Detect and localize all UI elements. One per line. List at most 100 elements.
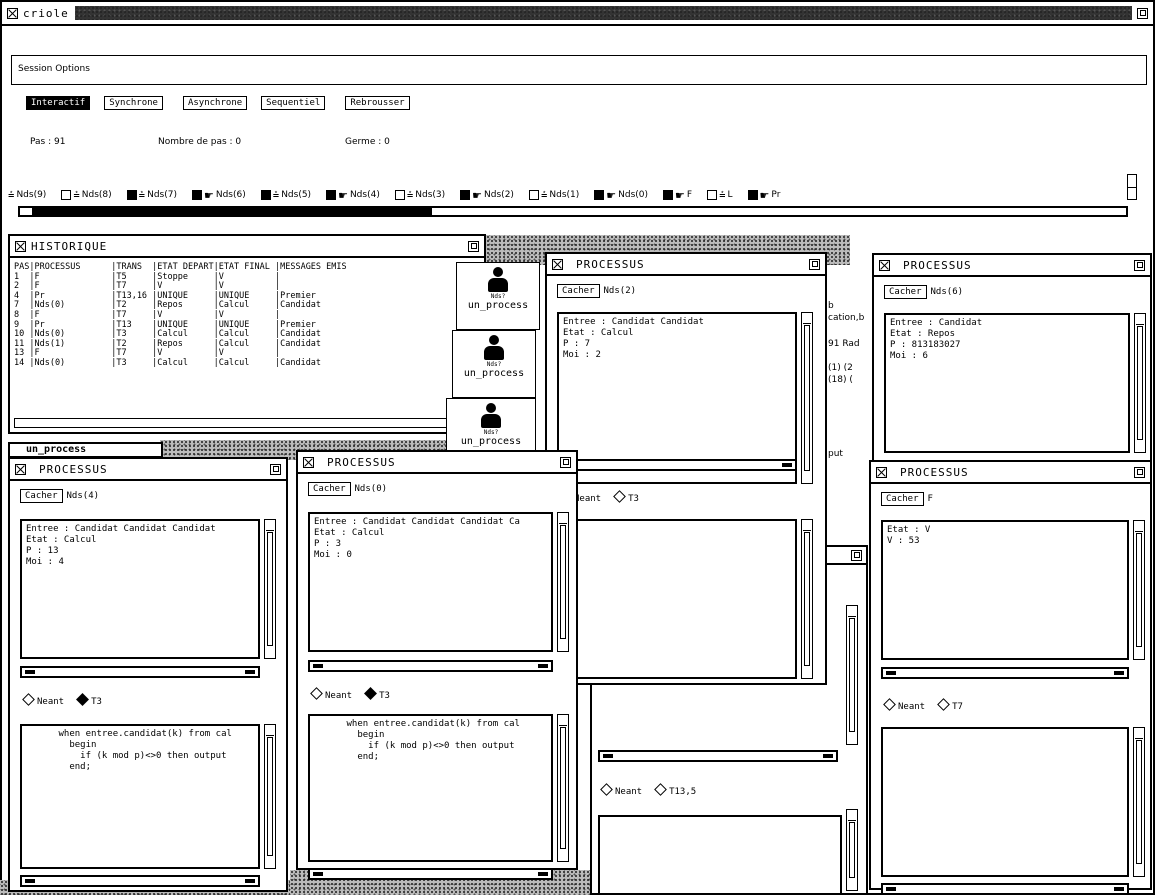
node-12[interactable]: ☛ Pr xyxy=(747,189,780,202)
code-panel[interactable] xyxy=(881,727,1129,877)
node-checkbox[interactable] xyxy=(528,190,539,200)
cacher-button[interactable]: Cacher xyxy=(308,482,351,496)
code-horizontal-scrollbar[interactable] xyxy=(308,868,553,880)
node-checkbox[interactable] xyxy=(326,190,337,200)
radio-transition[interactable]: T3 xyxy=(76,693,102,707)
processus-titlebar[interactable]: PROCESSUS xyxy=(874,255,1150,277)
node-4[interactable]: ⩮ Nds(5) xyxy=(260,188,311,202)
code-panel[interactable]: when entree.candidat(k) from cal begin i… xyxy=(20,724,260,869)
vertical-scrollbar[interactable] xyxy=(264,519,276,659)
node-checkbox[interactable] xyxy=(663,190,674,200)
historique-hscroll[interactable] xyxy=(14,418,454,428)
variables-panel[interactable]: Entree : Candidat Etat : Repos P : 81318… xyxy=(884,313,1130,453)
resize-icon[interactable] xyxy=(560,456,571,468)
radio-transition[interactable]: T3 xyxy=(364,687,390,701)
interactif-button[interactable]: Interactif xyxy=(26,96,91,110)
radio-neant[interactable]: Neant xyxy=(883,698,925,712)
variables-panel[interactable]: Entree : Candidat Candidat Candidat Ca E… xyxy=(308,512,553,652)
resize-icon[interactable] xyxy=(851,550,862,561)
vertical-scrollbar[interactable] xyxy=(264,724,276,869)
close-icon[interactable] xyxy=(552,258,563,270)
horizontal-scrollbar[interactable] xyxy=(308,660,553,672)
node-checkbox[interactable] xyxy=(707,190,718,200)
historique-titlebar[interactable]: HISTORIQUE xyxy=(10,236,484,258)
un-process-icon-1[interactable]: Nds? un_process xyxy=(456,262,540,330)
close-icon[interactable] xyxy=(879,259,890,271)
code-panel[interactable] xyxy=(598,815,842,895)
un-process-icon-2[interactable]: Nds? un_process xyxy=(452,330,536,398)
asynchrone-button[interactable]: Asynchrone xyxy=(182,96,248,110)
cacher-button[interactable]: Cacher xyxy=(881,492,924,506)
processus-titlebar[interactable]: PROCESSUS xyxy=(547,254,825,276)
node-9[interactable]: ☛ Nds(0) xyxy=(594,189,648,202)
node-10[interactable]: ☛ F xyxy=(663,189,692,202)
node-8[interactable]: ⩮ Nds(1) xyxy=(528,188,579,202)
radio-transition[interactable]: T13,5 xyxy=(654,783,696,797)
node-0[interactable]: ⩮ Nds(9) xyxy=(8,188,46,202)
processus-titlebar[interactable]: PROCESSUS xyxy=(871,462,1150,484)
radio-neant[interactable]: Neant xyxy=(600,783,642,797)
horizontal-scrollbar[interactable] xyxy=(598,750,838,762)
close-icon[interactable] xyxy=(15,463,26,475)
node-7[interactable]: ☛ Nds(2) xyxy=(460,189,514,202)
scrollbar-thumb[interactable] xyxy=(32,208,432,215)
horizontal-scrollbar[interactable] xyxy=(20,666,260,678)
node-checkbox[interactable] xyxy=(747,190,758,200)
horizontal-scrollbar[interactable] xyxy=(557,459,797,471)
node-3[interactable]: ☛ Nds(6) xyxy=(191,189,246,202)
vertical-scrollbar[interactable] xyxy=(801,519,813,679)
code-panel[interactable]: when entree.candidat(k) from cal begin i… xyxy=(308,714,553,862)
session-options-bar[interactable]: Session Options xyxy=(11,55,1147,85)
node-11[interactable]: ⩮ L xyxy=(707,188,733,202)
resize-icon[interactable] xyxy=(1134,259,1145,271)
node-checkbox[interactable] xyxy=(260,190,271,200)
radio-transition[interactable]: T7 xyxy=(937,698,963,712)
code-horizontal-scrollbar[interactable] xyxy=(881,883,1129,895)
main-titlebar[interactable]: criole xyxy=(2,2,1153,26)
radio-neant[interactable]: Neant xyxy=(22,693,64,707)
un-process-tab[interactable]: un_process xyxy=(8,442,163,458)
node-checkbox[interactable] xyxy=(61,190,72,200)
resize-icon[interactable] xyxy=(1137,7,1148,19)
synchrone-button[interactable]: Synchrone xyxy=(104,96,163,110)
vertical-scrollbar[interactable] xyxy=(1133,727,1145,877)
processus-titlebar[interactable]: PROCESSUS xyxy=(298,452,576,474)
vertical-scrollbar[interactable] xyxy=(846,605,858,745)
rebrousser-button[interactable]: Rebrousser xyxy=(345,96,410,110)
resize-icon[interactable] xyxy=(468,240,479,252)
vertical-scrollbar[interactable] xyxy=(557,512,569,652)
vertical-scrollbar[interactable] xyxy=(846,809,858,891)
vertical-scrollbar[interactable] xyxy=(1133,520,1145,660)
node-6[interactable]: ⩮ Nds(3) xyxy=(394,188,445,202)
node-checkbox[interactable] xyxy=(460,190,471,200)
cacher-button[interactable]: Cacher xyxy=(884,285,927,299)
node-strip-arrows[interactable] xyxy=(1127,174,1137,200)
node-5[interactable]: ☛ Nds(4) xyxy=(326,189,380,202)
sequentiel-button[interactable]: Sequentiel xyxy=(261,96,326,110)
close-icon[interactable] xyxy=(7,7,18,19)
close-icon[interactable] xyxy=(876,466,887,478)
node-checkbox[interactable] xyxy=(126,190,137,200)
resize-icon[interactable] xyxy=(809,258,820,270)
node-1[interactable]: ⩮ Nds(8) xyxy=(61,188,112,202)
node-strip-scrollbar[interactable] xyxy=(18,206,1128,217)
node-checkbox[interactable] xyxy=(594,190,605,200)
code-panel[interactable] xyxy=(557,519,797,679)
node-2[interactable]: ⩮ Nds(7) xyxy=(126,188,177,202)
close-icon[interactable] xyxy=(303,456,314,468)
vertical-scrollbar[interactable] xyxy=(557,714,569,862)
code-horizontal-scrollbar[interactable] xyxy=(20,875,260,887)
horizontal-scrollbar[interactable] xyxy=(881,667,1129,679)
node-checkbox[interactable] xyxy=(394,190,405,200)
node-checkbox[interactable] xyxy=(191,190,202,200)
close-icon[interactable] xyxy=(15,240,26,252)
variables-panel[interactable]: Entree : Candidat Candidat Candidat Etat… xyxy=(20,519,260,659)
variables-panel[interactable]: Etat : V V : 53 xyxy=(881,520,1129,660)
processus-titlebar[interactable]: PROCESSUS xyxy=(10,459,286,481)
cacher-button[interactable]: Cacher xyxy=(20,489,63,503)
vertical-scrollbar[interactable] xyxy=(1134,313,1146,453)
vertical-scrollbar[interactable] xyxy=(801,312,813,484)
radio-neant[interactable]: Neant xyxy=(310,687,352,701)
cacher-button[interactable]: Cacher xyxy=(557,284,600,298)
resize-icon[interactable] xyxy=(1134,466,1145,478)
